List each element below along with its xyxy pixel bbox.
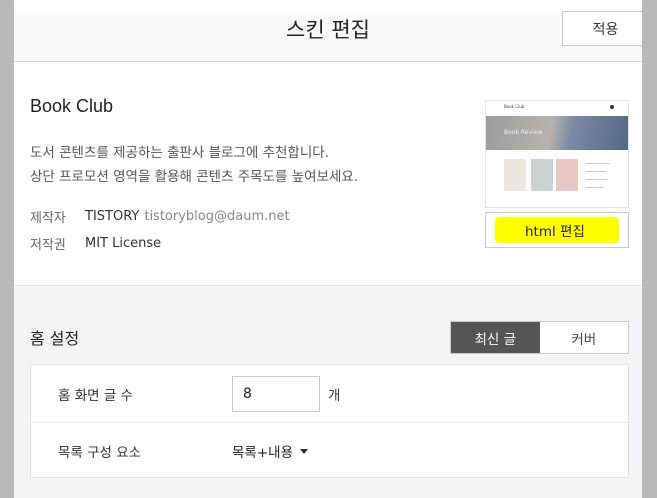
home-settings-title: 홈 설정 [30, 329, 80, 348]
author-row: 제작자 TISTORY tistoryblog@daum.net [30, 207, 290, 226]
chevron-down-icon [300, 448, 308, 454]
thumbnail-card [556, 159, 578, 191]
list-component-label: 목록 구성 요소 [58, 445, 142, 461]
thumbnail-line [586, 163, 610, 164]
thumbnail-hero: Book Review [486, 116, 628, 150]
home-type-toggle: 최신 글 커버 [450, 321, 629, 354]
post-count-input[interactable] [232, 375, 320, 412]
author-email: tistoryblog@daum.net [144, 209, 290, 224]
thumbnail-brand: Book Club [486, 101, 628, 115]
thumbnail-card [531, 159, 553, 191]
post-count-row: 홈 화면 글 수 개 [31, 365, 628, 422]
thumbnail-line [586, 187, 604, 188]
page-title: 스킨 편집 [286, 18, 370, 42]
list-component-row: 목록 구성 요소 목록+내용 [31, 422, 628, 479]
post-count-label: 홈 화면 글 수 [58, 387, 133, 404]
skin-description: 도서 콘텐츠를 제공하는 출판사 블로그에 추천합니다. 상단 프로모션 영역을… [30, 141, 460, 189]
thumbnail-line [586, 179, 608, 180]
skin-description-line: 상단 프로모션 영역을 활용해 콘텐츠 주목도를 높여보세요. [30, 169, 359, 185]
skin-name: Book Club [30, 96, 114, 116]
post-count-unit: 개 [328, 387, 341, 404]
home-settings-box: 홈 화면 글 수 개 목록 구성 요소 목록+내용 [30, 364, 629, 478]
thumbnail-dot [610, 105, 614, 109]
edit-html-label: html 편집 [495, 217, 619, 243]
license-value: MIT License [85, 236, 162, 251]
apply-button[interactable]: 적용 [562, 11, 642, 46]
skin-edit-panel: 스킨 편집 적용 Book Club 도서 콘텐츠를 제공하는 출판사 블로그에… [14, 0, 642, 498]
author-label: 제작자 [30, 211, 66, 226]
skin-thumbnail: Book Club Book Review [485, 100, 629, 208]
license-row: 저작권 MIT License [30, 234, 161, 253]
tab-cover[interactable]: 커버 [539, 322, 628, 353]
home-settings-section: 홈 설정 최신 글 커버 홈 화면 글 수 개 목록 구성 요소 목록+내용 [14, 285, 642, 498]
list-component-select[interactable]: 목록+내용 [232, 441, 308, 461]
license-label: 저작권 [30, 238, 66, 253]
thumbnail-card [504, 159, 526, 191]
thumbnail-line [586, 171, 606, 172]
edit-html-button[interactable]: html 편집 [485, 212, 629, 248]
tab-latest-posts[interactable]: 최신 글 [451, 322, 540, 353]
thumbnail-hero-text: Book Review [504, 129, 543, 136]
author-name: TISTORY [85, 209, 140, 224]
header-bar: 스킨 편집 적용 [14, 11, 642, 62]
list-component-value: 목록+내용 [232, 445, 293, 461]
skin-description-line: 도서 콘텐츠를 제공하는 출판사 블로그에 추천합니다. [30, 145, 329, 161]
